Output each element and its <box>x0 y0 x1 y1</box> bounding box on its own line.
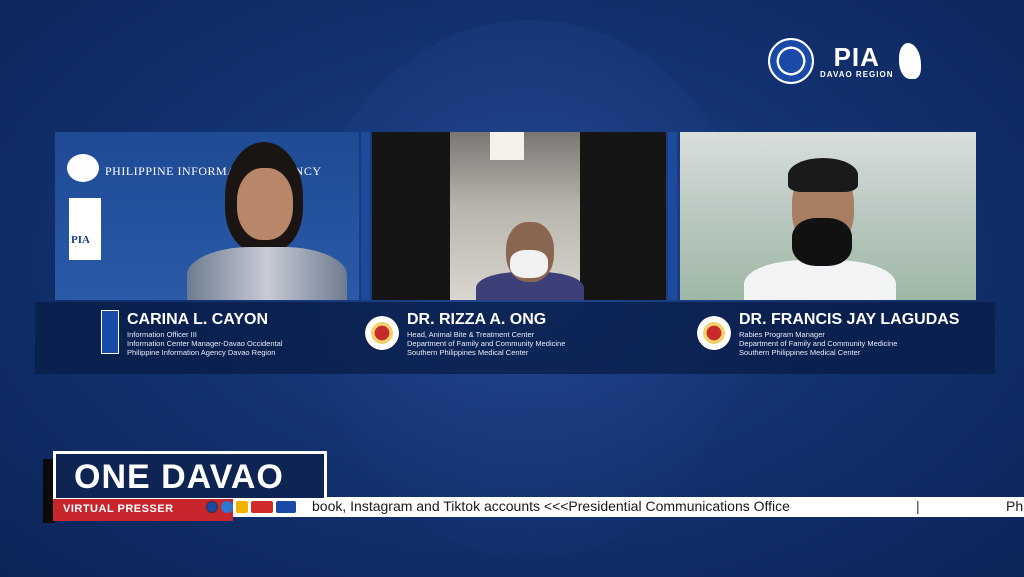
pia-standee: PIA <box>69 198 101 260</box>
speaker-title: Department of Family and Community Medic… <box>407 339 566 348</box>
video-panel-1: PHILIPPINE INFORMATION AGENCY PIA <box>55 132 359 300</box>
brand-title: ONE DAVAO <box>74 458 284 496</box>
speaker-1-face <box>237 168 293 240</box>
pia-logo-text: PIA <box>833 41 880 72</box>
speaker-name: CARINA L. CAYON <box>127 311 269 328</box>
pia-icon <box>101 310 119 354</box>
pia-eagle-icon <box>67 154 99 182</box>
ticker-separator: | <box>916 498 920 514</box>
video-panel-2 <box>372 132 666 300</box>
speaker-title: Department of Family and Community Medic… <box>739 339 898 348</box>
spmc-seal-icon <box>365 316 399 350</box>
speaker-1-body <box>187 247 347 300</box>
speaker-title: Rabies Program Manager <box>739 330 825 339</box>
ticker-text: book, Instagram and Tiktok accounts <<<P… <box>312 498 790 514</box>
speaker-3-coat <box>744 260 896 300</box>
brand-box: ONE DAVAO <box>53 451 327 501</box>
spmc-seal-icon <box>697 316 731 350</box>
speaker-title: Head, Animal Bite & Treatment Center <box>407 330 535 339</box>
speaker-3-mask <box>792 218 852 266</box>
speaker-title: Southern Philippines Medical Center <box>407 348 529 357</box>
speaker-3-hair <box>788 158 858 192</box>
eagle-icon <box>899 43 922 79</box>
speaker-captions: CARINA L. CAYON Information Officer III … <box>35 302 995 374</box>
top-right-logos: PIA DAVAO REGION <box>768 38 922 84</box>
speaker-title: Information Center Manager-Davao Occiden… <box>127 339 283 348</box>
pia-small-icon <box>276 501 296 513</box>
speaker-caption-1: CARINA L. CAYON Information Officer III … <box>101 310 283 357</box>
pia-logo: PIA DAVAO REGION <box>820 44 893 79</box>
speaker-caption-3: DR. FRANCIS JAY LAGUDAS Rabies Program M… <box>697 310 959 357</box>
ticker-logos <box>206 497 296 517</box>
ceiling-light <box>490 132 524 160</box>
pco-icon <box>206 501 218 513</box>
ticker-tail: Ph <box>1006 498 1024 514</box>
speaker-title: Information Officer III <box>127 330 197 339</box>
speaker-name: DR. RIZZA A. ONG <box>407 311 547 328</box>
speaker-title: Philippine Information Agency Davao Regi… <box>127 348 276 357</box>
speaker-name: DR. FRANCIS JAY LAGUDAS <box>739 311 960 328</box>
play-icon <box>236 501 248 513</box>
pia-region-text: DAVAO REGION <box>820 69 894 79</box>
panel-divider <box>361 132 370 300</box>
speaker-title: Southern Philippines Medical Center <box>739 348 861 357</box>
info-icon <box>221 501 233 513</box>
rpi-icon <box>251 501 273 513</box>
speaker-caption-2: DR. RIZZA A. ONG Head, Animal Bite & Tre… <box>365 310 565 357</box>
panel-divider <box>668 132 677 300</box>
video-panel-3 <box>680 132 976 300</box>
pia-standee-text: PIA <box>71 234 90 246</box>
speaker-2-mask <box>510 250 548 278</box>
pco-seal-icon <box>768 38 814 84</box>
brand-subtitle: VIRTUAL PRESSER <box>63 503 174 515</box>
